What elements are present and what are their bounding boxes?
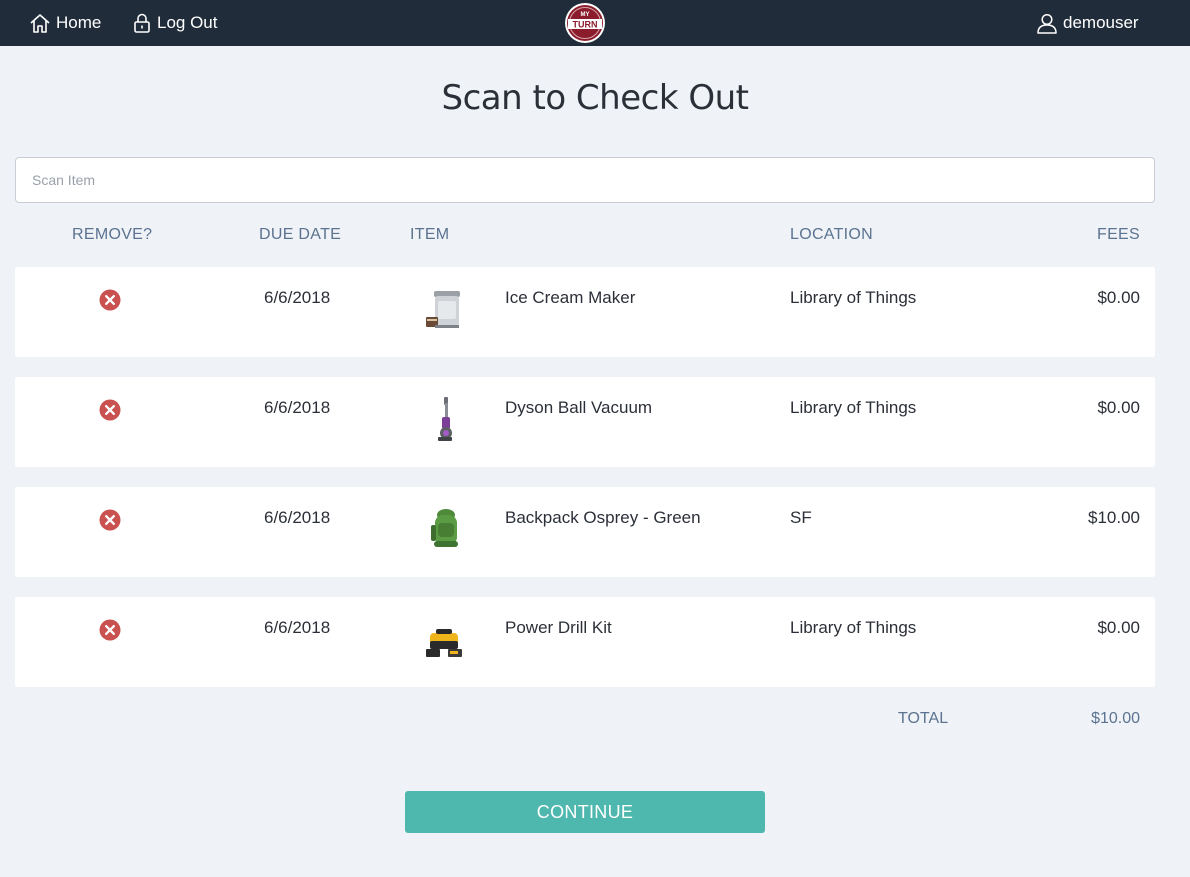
lock-icon	[134, 13, 150, 33]
backpack-thumbnail	[431, 509, 458, 547]
item-fee: $0.00	[1097, 288, 1140, 307]
table-row: 6/6/2018 Power Drill Kit Library of Thin…	[15, 597, 1155, 687]
item-fee: $10.00	[1088, 508, 1140, 527]
due-date: 6/6/2018	[264, 398, 331, 417]
item-fee: $0.00	[1097, 618, 1140, 637]
scan-item-input[interactable]	[15, 157, 1155, 203]
continue-button[interactable]: CONTINUE	[405, 791, 765, 833]
header-item: ITEM	[410, 226, 450, 243]
header-due-date: DUE DATE	[259, 226, 342, 243]
header-location: LOCATION	[790, 226, 874, 243]
user-menu[interactable]: demouser	[1036, 0, 1139, 46]
remove-item-icon[interactable]	[99, 399, 121, 421]
due-date: 6/6/2018	[264, 618, 331, 637]
remove-item-icon[interactable]	[99, 509, 121, 531]
item-location: Library of Things	[790, 618, 917, 637]
page-title: Scan to Check Out	[441, 78, 749, 118]
home-label: Home	[56, 13, 102, 32]
username: demouser	[1063, 13, 1139, 32]
item-name: Power Drill Kit	[505, 618, 612, 637]
header-remove: REMOVE?	[72, 226, 153, 243]
logout-link[interactable]: Log Out	[132, 0, 218, 46]
item-name: Dyson Ball Vacuum	[505, 398, 653, 417]
due-date: 6/6/2018	[264, 288, 331, 307]
total-label: TOTAL	[898, 710, 949, 727]
item-location: SF	[790, 508, 812, 527]
my-turn-logo[interactable]: MY TURN	[564, 2, 606, 44]
remove-item-icon[interactable]	[99, 289, 121, 311]
item-location: Library of Things	[790, 288, 917, 307]
drill-kit-thumbnail	[426, 629, 462, 657]
item-fee: $0.00	[1097, 398, 1140, 417]
remove-item-icon[interactable]	[99, 619, 121, 641]
table-row: 6/6/2018 Ice Cream Maker Library of Thin…	[15, 267, 1155, 357]
logo-text-top: MY	[581, 12, 590, 18]
header-fees: FEES	[1097, 226, 1140, 243]
item-name: Backpack Osprey - Green	[505, 508, 701, 527]
item-location: Library of Things	[790, 398, 917, 417]
logout-label: Log Out	[157, 13, 218, 32]
table-row: 6/6/2018 Dyson Ball Vacuum Library of Th…	[15, 377, 1155, 467]
user-icon	[1037, 13, 1057, 34]
home-icon	[30, 14, 50, 33]
due-date: 6/6/2018	[264, 508, 331, 527]
table-row: 6/6/2018 Backpack Osprey - Green SF $10.…	[15, 487, 1155, 577]
ice-cream-maker-thumbnail	[426, 291, 460, 328]
top-navigation-bar: Home Log Out MY TURN demouser	[0, 0, 1190, 46]
item-name: Ice Cream Maker	[505, 288, 636, 307]
home-link[interactable]: Home	[29, 0, 101, 46]
vacuum-thumbnail	[438, 397, 452, 441]
total-value: $10.00	[1091, 710, 1140, 727]
logo-text-main: TURN	[573, 20, 598, 30]
